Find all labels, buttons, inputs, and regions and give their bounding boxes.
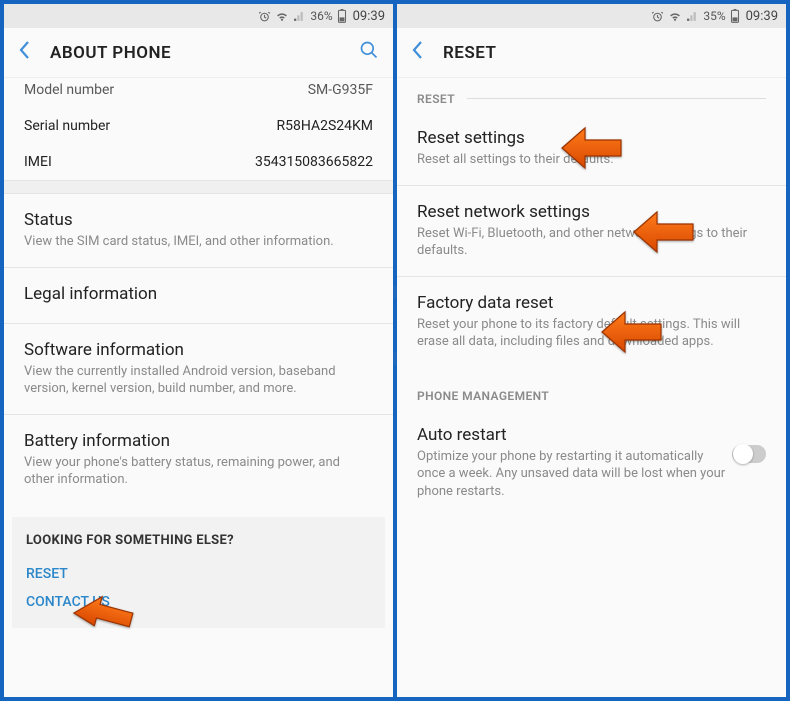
- page-title: ABOUT PHONE: [50, 43, 359, 63]
- section-header-phone-management: PHONE MANAGEMENT: [397, 367, 786, 409]
- page-title: RESET: [443, 43, 772, 63]
- content-area: Model number SM-G935F Serial number R58H…: [4, 78, 393, 697]
- wifi-icon: [275, 10, 289, 23]
- info-row-imei: IMEI 354315083665822: [4, 144, 393, 180]
- item-battery-information[interactable]: Battery information View your phone's ba…: [4, 415, 393, 505]
- clock-time: 09:39: [746, 9, 778, 24]
- footer-link-contact-us[interactable]: CONTACT US: [26, 588, 371, 616]
- content-area: RESET Reset settings Reset all settings …: [397, 78, 786, 697]
- battery-icon: [730, 9, 740, 23]
- item-factory-data-reset[interactable]: Factory data reset Reset your phone to i…: [397, 277, 786, 367]
- item-reset-network-settings[interactable]: Reset network settings Reset Wi-Fi, Blue…: [397, 186, 786, 276]
- clock-time: 09:39: [353, 9, 385, 24]
- item-reset-settings[interactable]: Reset settings Reset all settings to the…: [397, 112, 786, 185]
- auto-restart-toggle[interactable]: [732, 445, 766, 463]
- info-row-model: Model number SM-G935F: [4, 78, 393, 108]
- back-icon[interactable]: [411, 40, 425, 66]
- item-status[interactable]: Status View the SIM card status, IMEI, a…: [4, 194, 393, 267]
- signal-icon: [293, 10, 306, 23]
- signal-icon: [686, 10, 699, 23]
- about-phone-screen: 36% 09:39 ABOUT PHONE Model number SM-G9…: [4, 4, 393, 697]
- header: ABOUT PHONE: [4, 28, 393, 78]
- status-bar: 35% 09:39: [397, 4, 786, 28]
- battery-percent: 36%: [310, 9, 332, 23]
- battery-icon: [337, 9, 347, 23]
- header: RESET: [397, 28, 786, 78]
- footer-card: LOOKING FOR SOMETHING ELSE? RESET CONTAC…: [12, 517, 385, 628]
- footer-header: LOOKING FOR SOMETHING ELSE?: [26, 533, 371, 548]
- alarm-icon: [651, 10, 664, 23]
- alarm-icon: [258, 10, 271, 23]
- search-icon[interactable]: [359, 40, 379, 65]
- wifi-icon: [668, 10, 682, 23]
- item-software-information[interactable]: Software information View the currently …: [4, 324, 393, 414]
- info-row-serial: Serial number R58HA2S24KM: [4, 108, 393, 144]
- item-auto-restart[interactable]: Auto restart Optimize your phone by rest…: [397, 409, 786, 517]
- reset-screen: 35% 09:39 RESET RESET Reset settings Res…: [397, 4, 786, 697]
- section-divider: [4, 180, 393, 194]
- battery-percent: 35%: [703, 9, 725, 23]
- status-bar: 36% 09:39: [4, 4, 393, 28]
- item-legal-information[interactable]: Legal information: [4, 268, 393, 323]
- section-header-reset: RESET: [397, 78, 786, 112]
- footer-link-reset[interactable]: RESET: [26, 560, 371, 588]
- back-icon[interactable]: [18, 40, 32, 66]
